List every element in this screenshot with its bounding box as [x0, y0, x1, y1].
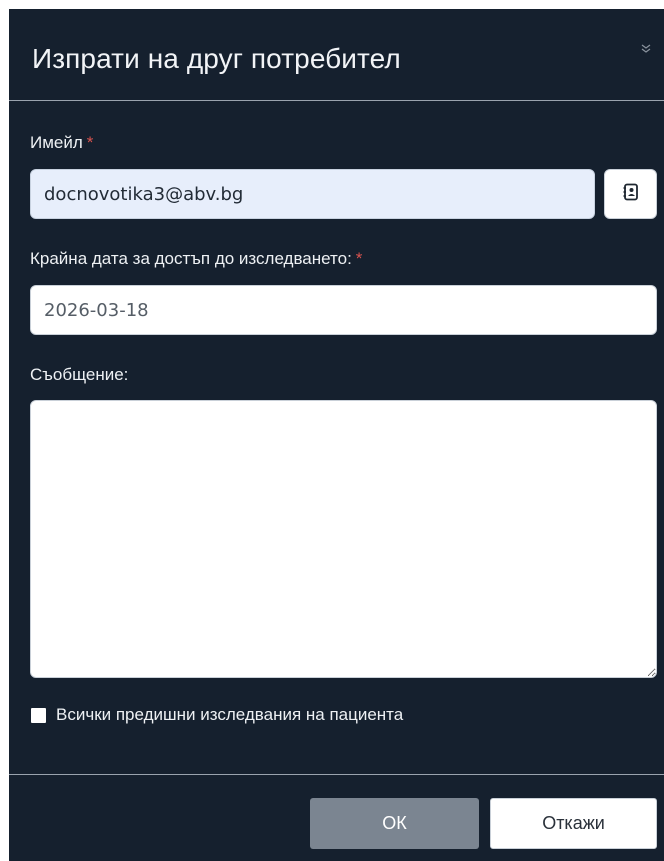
email-label: Имейл *: [30, 133, 94, 152]
message-label: Съобщение:: [30, 365, 129, 384]
access-date-field[interactable]: [30, 285, 657, 335]
all-studies-option[interactable]: Всички предишни изследвания на пациента: [31, 705, 403, 725]
dialog-footer: ОК Откажи: [9, 774, 664, 861]
dialog-title: Изпрати на друг потребител: [32, 43, 401, 74]
access-date-label: Крайна дата за достъп до изследването: *: [30, 249, 363, 268]
required-marker: *: [355, 249, 363, 268]
message-textarea[interactable]: [30, 400, 657, 678]
double-chevron-down-icon[interactable]: [640, 42, 652, 54]
ok-button[interactable]: ОК: [310, 798, 479, 849]
required-marker: *: [86, 133, 94, 152]
address-book-icon: [623, 183, 639, 206]
all-studies-checkbox[interactable]: [31, 707, 46, 723]
contacts-button[interactable]: [604, 169, 657, 219]
all-studies-label[interactable]: Всички предишни изследвания на пациента: [56, 705, 403, 725]
send-to-user-dialog: Изпрати на друг потребител Имейл* Крайна…: [9, 9, 664, 861]
dialog-header: Изпрати на друг потребител: [9, 9, 664, 101]
cancel-button[interactable]: Откажи: [490, 798, 657, 849]
email-field[interactable]: [30, 169, 595, 219]
